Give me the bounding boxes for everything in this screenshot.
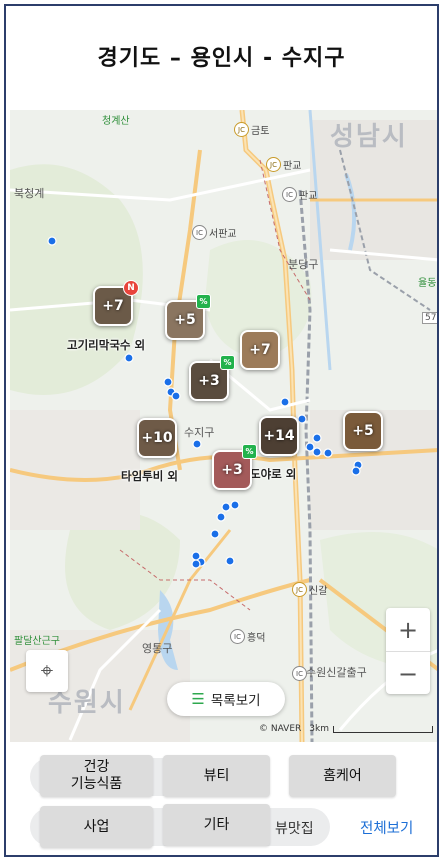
map-scale: © NAVER 3km (259, 724, 433, 734)
scale-label: 3km (309, 724, 329, 734)
ic-seopangyo: IC 서판교 (192, 225, 237, 240)
place-bukcheonggye: 북청계 (14, 187, 45, 200)
list-view-button[interactable]: ☰ 목록보기 (167, 682, 285, 716)
cluster-marker[interactable]: +5 (343, 411, 383, 451)
list-view-label: 목록보기 (210, 693, 261, 709)
zoom-control: + − (386, 608, 430, 694)
current-location-button[interactable]: ⌖ (26, 650, 68, 692)
category-homecare-button[interactable]: 홈케어 (289, 755, 396, 797)
route-57: 57 (422, 312, 437, 324)
page-title: 경기도 – 용인시 - 수지구 (97, 46, 346, 71)
zoom-in-button[interactable]: + (386, 608, 430, 651)
ic-icon: IC (292, 666, 307, 681)
jc-pangyo: JC 판교 (266, 157, 301, 172)
category-partial-label[interactable]: 뷰맛집 (275, 818, 314, 838)
map-view[interactable]: 성남시 수원시 청계산 북청계 수지구 분당구 영통구 팔달산근구 율동 수원신… (10, 110, 437, 742)
cluster-marker[interactable]: +10 (137, 418, 177, 458)
place-suji: 수지구 (184, 426, 215, 439)
ic-icon: IC (230, 629, 245, 644)
category-etc-button[interactable]: 기타 (163, 804, 270, 846)
cluster-marker[interactable]: +7 (240, 330, 280, 370)
ic-heungdeok: IC 흥덕 (230, 629, 265, 644)
place-suwon-singal: 수원신갈출구 (306, 666, 367, 679)
discount-badge: % (196, 294, 211, 309)
place-yullong: 율동 (418, 278, 437, 289)
scale-bar (333, 725, 433, 733)
ic-icon: IC (192, 225, 207, 240)
jc-singal: JC 신갈 (292, 582, 327, 597)
cluster-label[interactable]: 도야로 외 (250, 466, 296, 482)
jc-icon: JC (234, 122, 249, 137)
cluster-label[interactable]: 타임투비 외 (121, 468, 178, 484)
crosshair-icon: ⌖ (40, 658, 54, 684)
app-frame: 경기도 – 용인시 - 수지구 성남시 수원시 청계산 북청계 수지구 분당구 … (4, 4, 439, 857)
discount-badge: % (220, 355, 235, 370)
ic-icon: IC (282, 187, 297, 202)
place-paldal: 팔달산근구 (14, 636, 60, 647)
new-badge: N (123, 280, 139, 296)
place-seongnam: 성남시 (330, 122, 408, 152)
category-business-button[interactable]: 사업 (40, 806, 153, 848)
cluster-label[interactable]: 고기리막국수 외 (67, 337, 145, 353)
jc-icon: JC (266, 157, 281, 172)
ic-suwon-singal: IC (292, 666, 309, 681)
naver-copyright: © NAVER (259, 724, 302, 734)
category-health-button[interactable]: 건강 기능식품 (40, 755, 153, 797)
category-beauty-button[interactable]: 뷰티 (163, 755, 270, 797)
place-yeongtong: 영통구 (142, 642, 173, 655)
cluster-marker[interactable]: +14 (259, 416, 299, 456)
place-bundang: 분당구 (288, 258, 319, 271)
zoom-out-button[interactable]: − (386, 652, 430, 695)
jc-geumto: JC 금토 (234, 122, 269, 137)
category-tray: 건강 기능식품 뷰티 홈케어 사업 기타 뷰맛집 전체보기 (10, 742, 437, 855)
view-all-link[interactable]: 전체보기 (360, 817, 413, 838)
jc-icon: JC (292, 582, 307, 597)
place-cheonggye: 청계산 (102, 116, 130, 127)
discount-badge: % (242, 444, 257, 459)
list-icon: ☰ (191, 690, 205, 708)
ic-pangyo: IC 판교 (282, 187, 317, 202)
